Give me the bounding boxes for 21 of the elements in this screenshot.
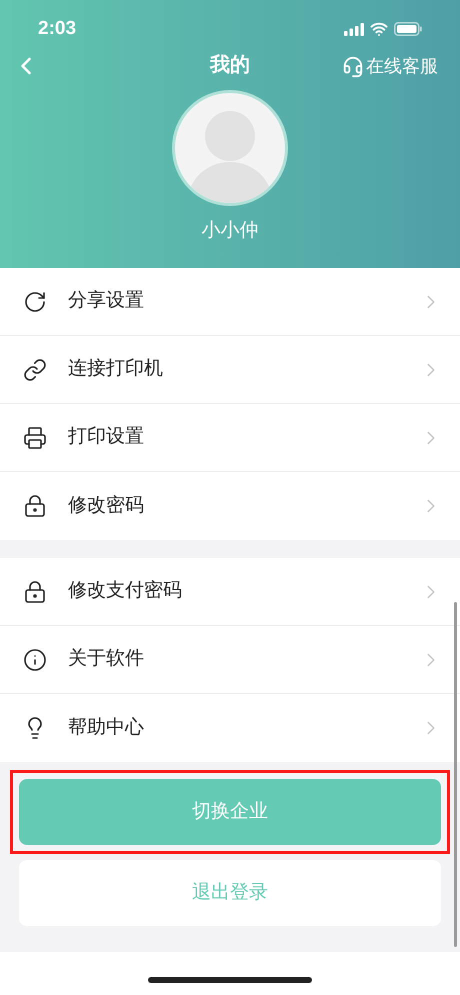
headset-icon — [342, 56, 364, 78]
lock-icon — [23, 580, 47, 604]
menu-label: 分享设置 — [68, 289, 145, 314]
link-icon — [23, 358, 47, 382]
menu-label: 修改支付密码 — [68, 579, 183, 604]
refresh-icon — [23, 290, 47, 314]
status-time: 2:03 — [38, 16, 76, 41]
signal-icon — [344, 22, 364, 36]
page-title: 我的 — [210, 53, 250, 78]
wifi-icon — [370, 20, 388, 38]
battery-icon — [394, 22, 422, 36]
menu-label: 关于软件 — [68, 647, 145, 672]
menu-label: 帮助中心 — [68, 716, 145, 740]
menu-label: 连接打印机 — [68, 357, 164, 382]
user-name: 小小仲 — [202, 219, 258, 243]
info-icon — [23, 648, 47, 672]
printer-icon — [23, 426, 47, 450]
menu-label: 打印设置 — [68, 425, 145, 450]
lock-icon — [23, 494, 47, 518]
service-label: 在线客服 — [366, 55, 438, 78]
menu-label: 修改密码 — [68, 494, 145, 518]
